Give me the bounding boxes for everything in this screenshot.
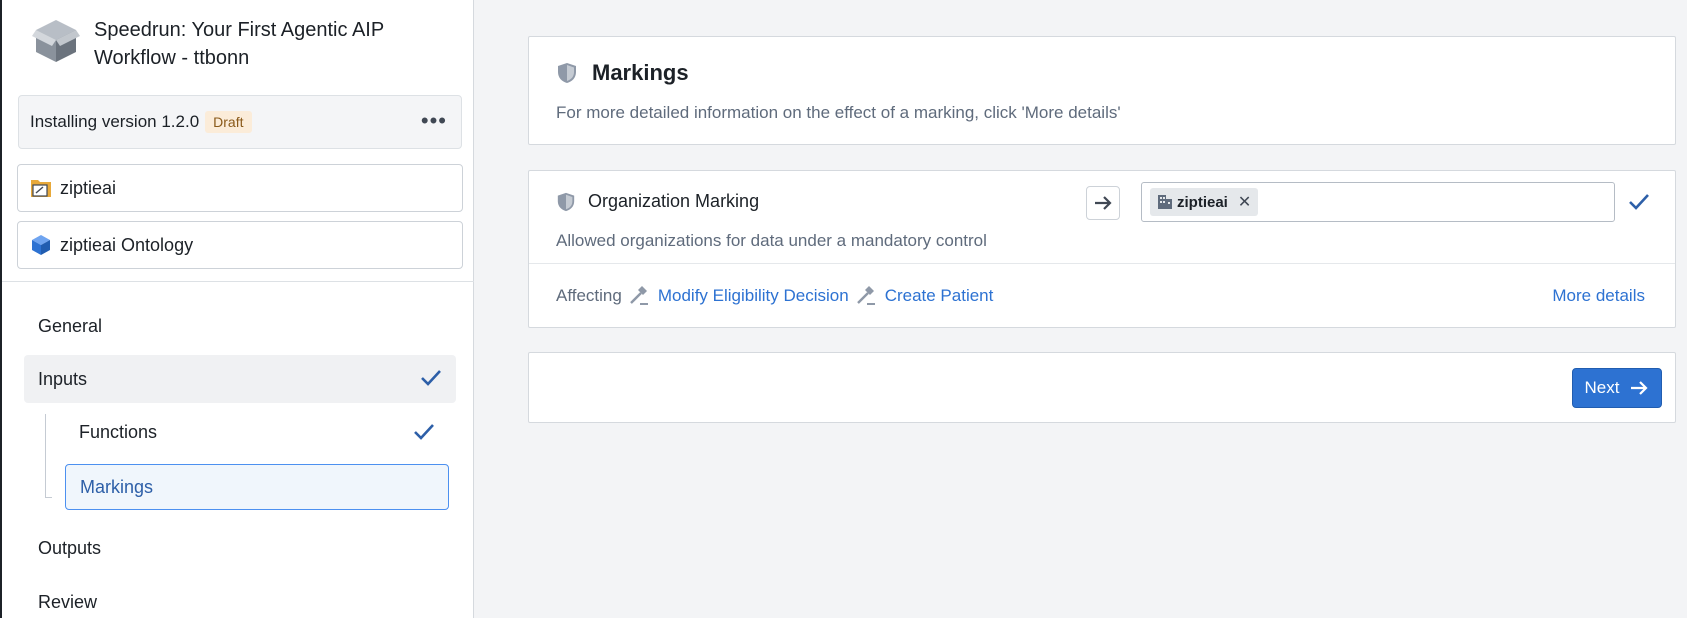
page-title: Markings: [556, 60, 689, 86]
organization-tag-input[interactable]: ziptieai ✕: [1141, 182, 1615, 222]
action-hammer-icon: [856, 286, 875, 305]
app-header: Speedrun: Your First Agentic AIP Workflo…: [30, 16, 434, 72]
nav-item-inputs-label: Inputs: [38, 368, 88, 389]
map-arrow-button[interactable]: [1086, 186, 1120, 220]
nav-tree-line: [45, 414, 52, 498]
page-description: For more detailed information on the eff…: [556, 103, 1121, 122]
resource-ontology-button[interactable]: ziptieai Ontology: [17, 221, 463, 269]
affected-item-link[interactable]: Modify Eligibility Decision: [658, 286, 849, 306]
functions-check-icon: [414, 424, 434, 440]
markings-header-card: Markings For more detailed information o…: [528, 36, 1676, 145]
footer-card: Next: [528, 352, 1676, 423]
marking-title: Organization Marking: [556, 191, 759, 212]
more-details-link[interactable]: More details: [1552, 286, 1645, 306]
building-icon: [1158, 195, 1172, 209]
next-button[interactable]: Next: [1572, 368, 1662, 408]
app-title: Speedrun: Your First Agentic AIP Workflo…: [94, 19, 384, 69]
draft-badge: Draft: [205, 111, 252, 133]
nav-item-functions[interactable]: Functions: [79, 422, 157, 443]
inputs-check-icon: [421, 370, 441, 386]
nav-item-outputs[interactable]: Outputs: [38, 538, 101, 559]
version-bar: Installing version 1.2.0 Draft •••: [18, 95, 462, 149]
nav-item-markings[interactable]: Markings: [65, 464, 449, 510]
resource-ontology-label: ziptieai Ontology: [60, 234, 194, 255]
nav-item-markings-label: Markings: [80, 476, 154, 497]
version-text: Installing version 1.2.0: [30, 112, 200, 131]
affected-item-link[interactable]: Create Patient: [885, 286, 994, 306]
tag-remove-icon[interactable]: ✕: [1238, 192, 1251, 212]
confirm-check-icon: [1629, 194, 1649, 210]
marking-title-text: Organization Marking: [588, 191, 760, 211]
cube-icon: [32, 235, 50, 255]
organization-tag: ziptieai ✕: [1150, 188, 1259, 216]
nav-item-general[interactable]: General: [38, 316, 102, 337]
arrow-right-icon: [1631, 381, 1649, 395]
marking-description: Allowed organizations for data under a m…: [556, 231, 987, 250]
nav-item-inputs[interactable]: Inputs: [24, 355, 456, 403]
action-hammer-icon: [629, 286, 648, 305]
resource-folder-button[interactable]: ziptieai: [17, 164, 463, 212]
marking-divider: [529, 263, 1675, 264]
resource-folder-label: ziptieai: [60, 177, 117, 198]
affecting-row: Affecting Modify Eligibility Decision Cr…: [556, 286, 993, 306]
nav-item-review[interactable]: Review: [38, 592, 97, 613]
folder-icon: [31, 180, 51, 197]
affecting-label: Affecting: [556, 286, 622, 305]
organization-tag-label: ziptieai: [1177, 193, 1228, 211]
next-button-label: Next: [1584, 378, 1620, 397]
page-title-text: Markings: [592, 60, 689, 85]
sidebar: Speedrun: Your First Agentic AIP Workflo…: [0, 0, 474, 618]
organization-marking-card: Organization Marking ziptieai ✕ Allowed …: [528, 170, 1676, 328]
more-options-button[interactable]: •••: [421, 110, 447, 132]
package-box-icon: [32, 20, 80, 62]
shield-icon: [558, 63, 576, 83]
arrow-right-icon: [1095, 196, 1112, 210]
shield-icon: [557, 192, 575, 211]
sidebar-divider: [2, 281, 474, 282]
